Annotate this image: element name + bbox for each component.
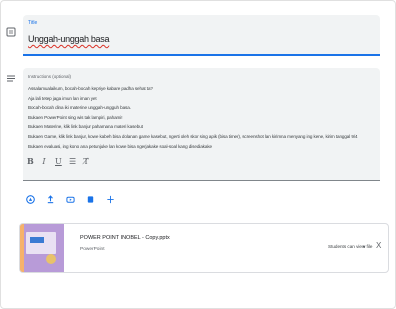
bold-button[interactable]: B — [27, 156, 34, 166]
italic-button[interactable]: I — [41, 157, 47, 166]
thumbnail-ornament — [46, 254, 56, 264]
chevron-down-icon[interactable]: ▼ — [362, 244, 366, 249]
instructions-label: Instructions (optional) — [28, 74, 72, 79]
instruction-line: Bocah-bocah dina iki materine unggah-ung… — [28, 105, 131, 111]
title-field[interactable]: Title Unggah-unggah basa — [23, 15, 380, 56]
attached-file-card[interactable]: POWER POINT INOBEL - Copy.pptx PowerPoin… — [19, 223, 389, 273]
title-label: Title — [28, 20, 38, 26]
thumbnail-bar — [30, 237, 44, 243]
instructions-text[interactable]: Assalamualaikum, bocah-bocah kepriye kab… — [28, 84, 378, 151]
file-type: PowerPoint — [80, 247, 105, 252]
file-thumbnail — [20, 224, 64, 272]
youtube-icon[interactable] — [65, 194, 75, 204]
instruction-line: Bukaen PowerPoint sing wis tak lampiri, … — [28, 114, 123, 120]
instruction-line: Bukaen Materine, klik link banjur pahama… — [28, 124, 143, 130]
remove-attachment-button[interactable]: X — [376, 241, 381, 250]
title-icon — [6, 27, 16, 37]
instructions-icon — [6, 74, 16, 84]
instruction-line: Bukaen evaluasi, ing kono ana petunjuke … — [28, 143, 212, 149]
instruction-line: Assalamualaikum, bocah-bocah kepriye kab… — [28, 86, 153, 91]
instruction-line: Bukaen Game, klik link banjur, kowe kabe… — [28, 133, 358, 139]
link-icon[interactable] — [105, 194, 115, 204]
thumbnail-accent — [20, 224, 24, 272]
formatting-toolbar: B I U ☰ T̸ — [27, 156, 89, 166]
attachment-toolbar — [25, 194, 115, 204]
clear-formatting-button[interactable]: T̸ — [83, 157, 89, 166]
title-input[interactable]: Unggah-unggah basa — [28, 34, 109, 44]
drive-icon[interactable] — [25, 194, 35, 204]
thumbnail-slide — [26, 232, 56, 254]
underline-button[interactable]: U — [55, 157, 62, 166]
file-name[interactable]: POWER POINT INOBEL - Copy.pptx — [80, 235, 170, 241]
create-icon[interactable] — [85, 194, 95, 204]
bulleted-list-button[interactable]: ☰ — [69, 157, 76, 166]
instruction-line: Aja lali tetep jaga imun lan iman yet — [28, 95, 97, 101]
assignment-form: Title Unggah-unggah basa Instructions (o… — [0, 0, 396, 309]
upload-icon[interactable] — [45, 194, 55, 204]
